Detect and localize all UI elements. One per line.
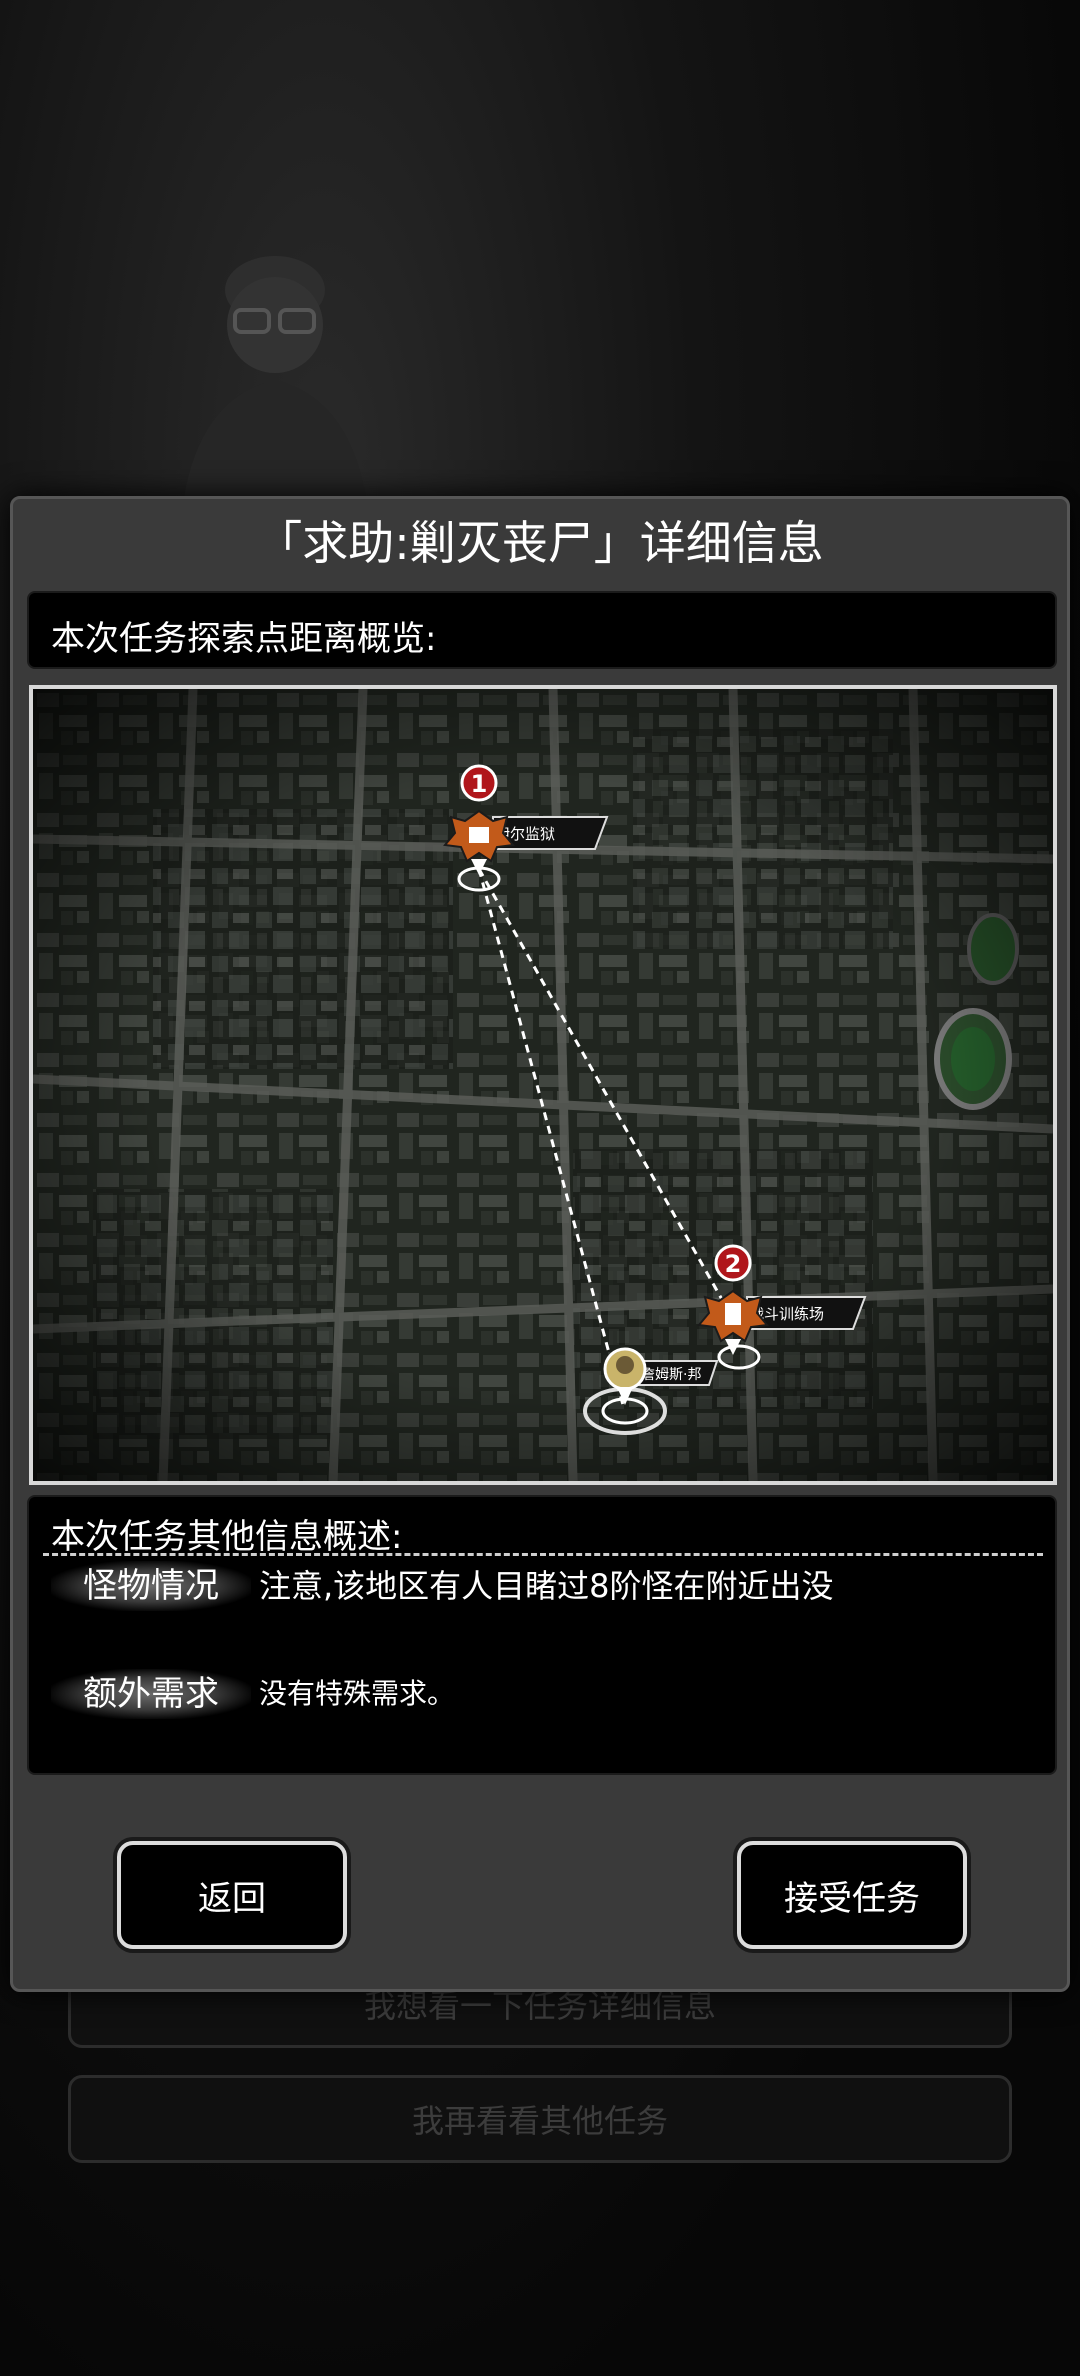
extra-requirement-value: 没有特殊需求。 xyxy=(259,1677,456,1710)
marker-2-number: 2 xyxy=(725,1250,742,1278)
mission-detail-dialog: 「求助:剿灭丧尸」详细信息 本次任务探索点距离概览: 伊尔监狱 1 战斗训练场 … xyxy=(10,496,1070,1992)
other-info-panel: 本次任务其他信息概述: 怪物情况 注意,该地区有人目睹过8阶怪在附近出没 额外需… xyxy=(27,1495,1057,1775)
distance-overview-panel: 本次任务探索点距离概览: xyxy=(27,591,1057,669)
extra-requirement-label: 额外需求 xyxy=(51,1669,251,1719)
monster-info-value: 注意,该地区有人目睹过8阶怪在附近出没 xyxy=(259,1567,834,1605)
distance-overview-header: 本次任务探索点距离概览: xyxy=(51,619,437,659)
monster-info-label: 怪物情况 xyxy=(51,1561,251,1611)
character-portrait xyxy=(180,256,370,530)
mission-map: 伊尔监狱 1 战斗训练场 2 詹姆斯·邦 xyxy=(29,685,1057,1485)
other-info-header: 本次任务其他信息概述: xyxy=(51,1517,403,1557)
marker-1-number: 1 xyxy=(471,770,488,798)
dashed-divider xyxy=(43,1553,1043,1556)
satellite-map: 伊尔监狱 1 战斗训练场 2 詹姆斯·邦 xyxy=(33,689,1053,1481)
dialog-title: 「求助:剿灭丧尸」详细信息 xyxy=(256,516,824,570)
accept-mission-button[interactable]: 接受任务 xyxy=(737,1841,967,1949)
player-label: 詹姆斯·邦 xyxy=(641,1367,701,1383)
other-tasks-bg-button: 我再看看其他任务 xyxy=(68,2075,1012,2163)
back-button[interactable]: 返回 xyxy=(117,1841,347,1949)
